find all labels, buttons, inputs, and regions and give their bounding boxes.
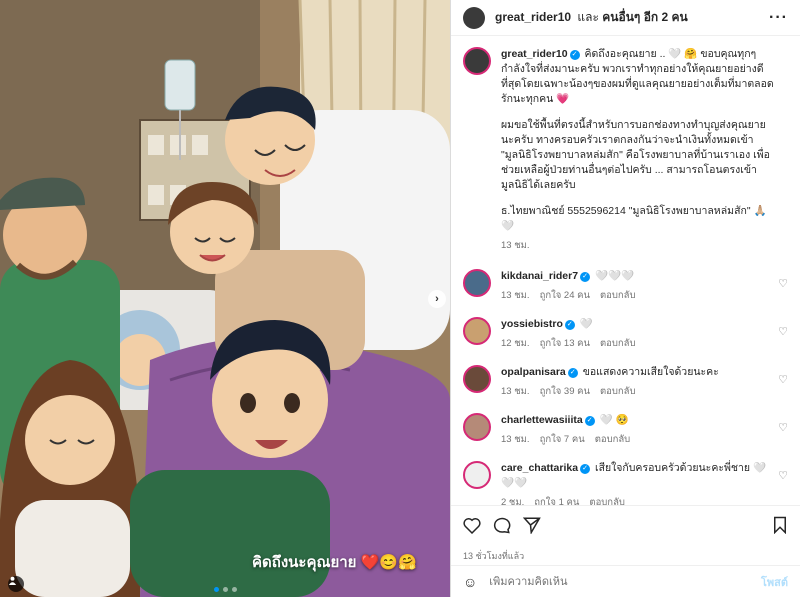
comment-time: 13 ชม. [501, 434, 530, 445]
comment-icon[interactable] [493, 516, 511, 539]
comment-text: ขอแสดงความเสียใจด้วยนะคะ [582, 366, 719, 378]
comment-username[interactable]: opalpanisara [501, 366, 566, 378]
bookmark-icon[interactable] [772, 516, 788, 539]
post-button[interactable]: โพสต์ [761, 573, 788, 591]
share-icon[interactable] [522, 516, 541, 539]
comment-time: 13 ชม. [501, 290, 530, 301]
heart-icon[interactable] [463, 517, 481, 539]
post-panel: great_rider10 และ คนอื่นๆ อีก 2 คน ··· g… [450, 0, 800, 597]
verified-icon: ✓ [564, 320, 575, 330]
heart-icon[interactable]: ♡ [778, 421, 788, 434]
emoji-icon[interactable]: ☺ [463, 574, 477, 590]
heart-icon[interactable]: ♡ [778, 325, 788, 338]
comment-username[interactable]: care_chattarika [501, 462, 578, 474]
comment-username[interactable]: charlettewasiiita [501, 414, 583, 426]
header-and: และ [577, 10, 599, 24]
reply-button[interactable]: ตอบกลับ [600, 338, 636, 349]
verified-icon: ✓ [580, 464, 591, 474]
reply-button[interactable]: ตอบกลับ [600, 386, 636, 397]
post-media[interactable]: คิดถึงนะคุณยาย ❤️😊🤗 › [0, 0, 450, 597]
overlay-text: คิดถึงนะคุณยาย ❤️😊🤗 [252, 554, 417, 571]
comment-input[interactable] [489, 576, 761, 588]
comment-row: care_chattarika ✓ เสียใจกับครอบครัวด้วยนะ… [463, 461, 788, 505]
comments-scroll[interactable]: great_rider10 ✓ คิดถึงอะคุณยาย .. 🤍 🤗 ขอบ… [451, 37, 800, 505]
caption: great_rider10 ✓ คิดถึงอะคุณยาย .. 🤍 🤗 ขอบ… [463, 47, 788, 253]
comment-likes[interactable]: ถูกใจ 7 คน [540, 434, 585, 445]
reply-button[interactable]: ตอบกลับ [595, 434, 631, 445]
comment-text: 🤍 [579, 318, 593, 330]
header-others[interactable]: คนอื่นๆ อีก 2 คน [602, 10, 687, 24]
caption-time: 13 ชม. [501, 240, 530, 251]
verified-icon: ✓ [580, 272, 591, 282]
avatar[interactable] [463, 317, 491, 345]
comment-username[interactable]: yossiebistro [501, 318, 563, 330]
post-header: great_rider10 และ คนอื่นๆ อีก 2 คน ··· [451, 0, 800, 36]
comment-row: kikdanai_rider7 ✓ 🤍🤍🤍 13 ชม. ถูกใจ 24 คน ตอบ… [463, 269, 788, 303]
comment-likes[interactable]: ถูกใจ 39 คน [540, 386, 590, 397]
heart-icon[interactable]: ♡ [778, 469, 788, 482]
comment-text: 🤍 🥺 [599, 414, 629, 426]
heart-icon[interactable]: ♡ [778, 373, 788, 386]
avatar[interactable] [463, 413, 491, 441]
avatar[interactable] [463, 47, 491, 75]
header-username[interactable]: great_rider10 [495, 10, 571, 24]
comment-row: yossiebistro ✓ 🤍 12 ชม. ถูกใจ 13 คน ตอบกลับ ♡ [463, 317, 788, 351]
illustration [0, 0, 450, 597]
avatar[interactable] [463, 461, 491, 489]
comment-likes[interactable]: ถูกใจ 13 คน [540, 338, 590, 349]
comment-username[interactable]: kikdanai_rider7 [501, 270, 578, 282]
post-time: 13 ชั่วโมงที่แล้ว [463, 551, 525, 561]
comment-likes[interactable]: ถูกใจ 24 คน [540, 290, 590, 301]
avatar[interactable] [463, 365, 491, 393]
verified-icon: ✓ [584, 416, 595, 426]
comment-row: charlettewasiiita ✓ 🤍 🥺 13 ชม. ถูกใจ 7 คน ตอ… [463, 413, 788, 447]
avatar[interactable] [463, 6, 485, 29]
heart-icon[interactable]: ♡ [778, 277, 788, 290]
comment-text: 🤍🤍🤍 [594, 270, 635, 282]
caption-para2: ผมขอใช้พื้นที่ตรงนี้สำหรับการบอกช่องทางท… [501, 119, 770, 191]
comment-time: 2 ชม. [501, 497, 525, 505]
action-bar: 13 ชั่วโมงที่แล้ว ☺ โพสต์ [451, 505, 800, 597]
comment-likes[interactable]: ถูกใจ 1 คน [534, 497, 579, 505]
more-options-icon[interactable]: ··· [769, 9, 788, 27]
caption-para3: ธ.ไทยพาณิชย์ 5552596214 "มูลนิธิโรงพยาบา… [501, 205, 767, 232]
carousel-dots [214, 587, 237, 592]
avatar[interactable] [463, 269, 491, 297]
comment-row: opalpanisara ✓ ขอแสดงความเสียใจด้วยนะคะ 13… [463, 365, 788, 399]
reply-button[interactable]: ตอบกลับ [589, 497, 625, 505]
chevron-right-icon[interactable]: › [428, 290, 446, 308]
verified-icon: ✓ [567, 368, 578, 378]
reply-button[interactable]: ตอบกลับ [600, 290, 636, 301]
verified-icon: ✓ [569, 50, 580, 60]
comment-time: 13 ชม. [501, 386, 530, 397]
add-comment-bar: ☺ โพสต์ [451, 565, 800, 598]
comment-time: 12 ชม. [501, 338, 530, 349]
user-tag-icon[interactable] [8, 576, 24, 592]
caption-username[interactable]: great_rider10 [501, 48, 568, 60]
